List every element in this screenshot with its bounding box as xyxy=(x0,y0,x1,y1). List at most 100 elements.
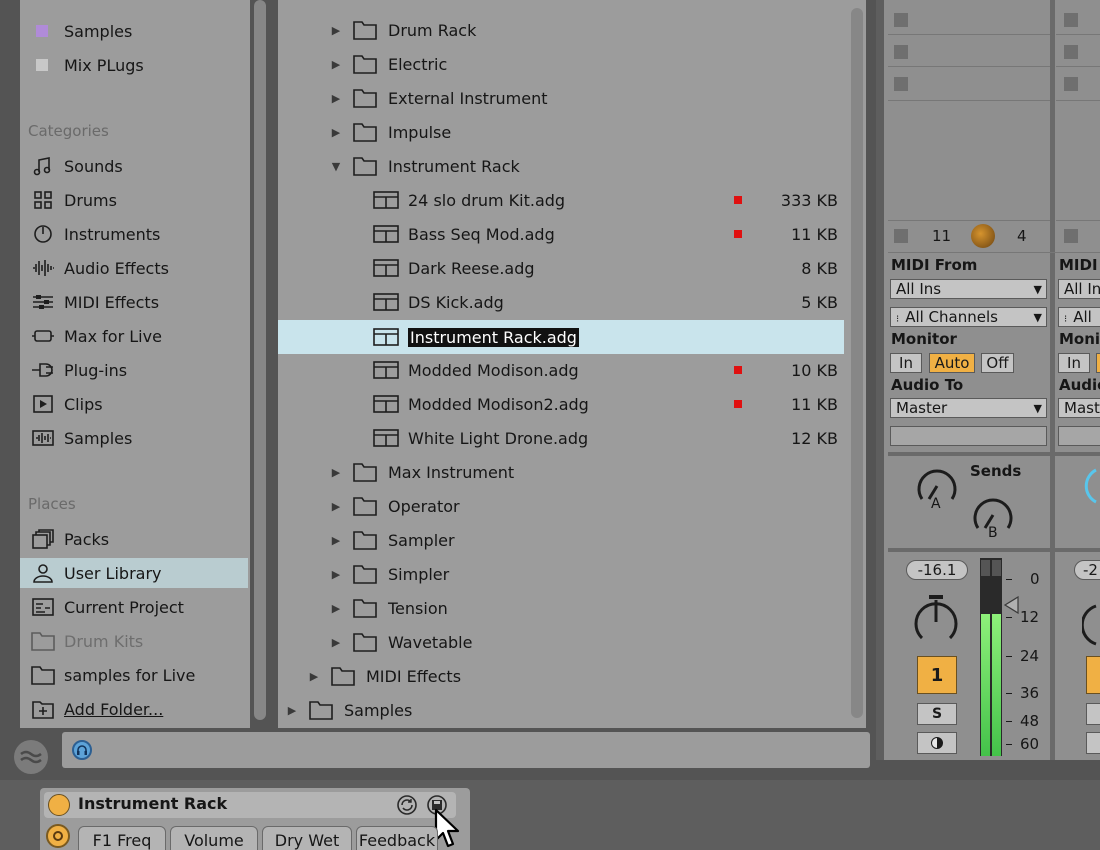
sidebar-item-audio-effects[interactable]: Audio Effects xyxy=(20,253,248,283)
monitor-auto-button-2[interactable] xyxy=(1096,353,1100,373)
browser-folder-electric[interactable]: ▶ Electric xyxy=(278,48,844,80)
solo-button[interactable]: S xyxy=(917,703,957,725)
stop-all-button[interactable] xyxy=(894,229,908,243)
expand-arrow-icon[interactable]: ▶ xyxy=(286,704,298,717)
expand-arrow-icon[interactable]: ▶ xyxy=(330,636,342,649)
clip-slot-stop-button[interactable] xyxy=(894,13,908,27)
track-delay-knob[interactable] xyxy=(971,224,995,248)
browser-file-row[interactable]: 24 slo drum Kit.adg 333 KB xyxy=(278,184,844,216)
track-volume-field-2[interactable]: -2 xyxy=(1074,560,1100,580)
browser-search-bar[interactable] xyxy=(62,732,870,768)
input-channel-dropdown-2[interactable]: ⁝ All xyxy=(1058,307,1100,327)
input-type-dropdown[interactable]: All Ins ▼ xyxy=(890,279,1047,299)
sidebar-item-add-folder-[interactable]: Add Folder... xyxy=(20,694,248,724)
input-type-dropdown-2[interactable]: All In xyxy=(1058,279,1100,299)
volume-fader-handle[interactable] xyxy=(1003,595,1019,618)
browser-file-row[interactable]: DS Kick.adg 5 KB xyxy=(278,286,844,318)
monitor-off-button[interactable]: Off xyxy=(981,353,1014,373)
macro-f1-freq[interactable]: F1 Freq xyxy=(78,826,166,850)
macro-dry-wet[interactable]: Dry Wet xyxy=(262,826,352,850)
track-volume-field[interactable]: -16.1 xyxy=(906,560,968,580)
expand-arrow-icon[interactable]: ▶ xyxy=(330,24,342,37)
expand-arrow-icon[interactable]: ▶ xyxy=(330,568,342,581)
rack-chain-toggle-icon[interactable] xyxy=(46,824,70,848)
collapse-arrow-icon[interactable]: ▼ xyxy=(330,160,342,173)
db-scale-label: 48 xyxy=(1020,712,1040,730)
browser-folder-wavetable[interactable]: ▶ Wavetable xyxy=(278,626,844,658)
arm-button-2[interactable] xyxy=(1086,732,1100,754)
stop-button[interactable] xyxy=(1064,229,1078,243)
browser-file-row[interactable]: Dark Reese.adg 8 KB xyxy=(278,252,844,284)
expand-arrow-icon[interactable]: ▶ xyxy=(330,602,342,615)
sidebar-item-instruments[interactable]: Instruments xyxy=(20,219,248,249)
macro-volume[interactable]: Volume xyxy=(170,826,258,850)
output-channel-field-2[interactable] xyxy=(1058,426,1100,446)
browser-folder-midi-effects[interactable]: ▶ MIDI Effects xyxy=(278,660,844,692)
solo-button-2[interactable] xyxy=(1086,703,1100,725)
browser-folder-operator[interactable]: ▶ Operator xyxy=(278,490,844,522)
monitor-in-button[interactable]: In xyxy=(890,353,922,373)
clip-slot-stop-button[interactable] xyxy=(1064,13,1078,27)
monitor-label: Monitor xyxy=(891,330,957,348)
sidebar-item-max-for-live[interactable]: Max for Live xyxy=(20,321,248,351)
device-power-button[interactable] xyxy=(48,794,70,816)
browser-folder-drum-rack[interactable]: ▶ Drum Rack xyxy=(278,14,844,46)
browser-folder-tension[interactable]: ▶ Tension xyxy=(278,592,844,624)
clip-slot-stop-button[interactable] xyxy=(894,77,908,91)
output-channel-field[interactable] xyxy=(890,426,1047,446)
browser-file-row[interactable]: Bass Seq Mod.adg 11 KB xyxy=(278,218,844,250)
arm-button[interactable] xyxy=(917,732,957,754)
send-a-knob-2[interactable] xyxy=(1080,462,1100,516)
browser-folder-instrument-rack[interactable]: ▼ Instrument Rack xyxy=(278,150,844,182)
sidebar-item-midi-effects[interactable]: MIDI Effects xyxy=(20,287,248,317)
audio-to-dropdown[interactable]: Master ▼ xyxy=(890,398,1047,418)
browser-folder-max-instrument[interactable]: ▶ Max Instrument xyxy=(278,456,844,488)
sidebar-item-drums[interactable]: Drums xyxy=(20,185,248,215)
browser-file-row[interactable]: Modded Modison2.adg 11 KB xyxy=(278,388,844,420)
monitor-auto-button[interactable]: Auto xyxy=(929,353,975,373)
expand-arrow-icon[interactable]: ▶ xyxy=(330,58,342,71)
expand-arrow-icon[interactable]: ▶ xyxy=(330,500,342,513)
sidebar-item-clips[interactable]: Clips xyxy=(20,389,248,419)
clip-slot-stop-button[interactable] xyxy=(894,45,908,59)
sidebar-item-current-project[interactable]: Current Project xyxy=(20,592,248,622)
sidebar-scrollbar[interactable] xyxy=(254,0,266,720)
browser-folder-samples[interactable]: ▶ Samples xyxy=(278,694,844,726)
sidebar-item-packs[interactable]: Packs xyxy=(20,524,248,554)
expand-arrow-icon[interactable]: ▶ xyxy=(330,534,342,547)
browser-folder-simpler[interactable]: ▶ Simpler xyxy=(278,558,844,590)
expand-arrow-icon[interactable]: ▶ xyxy=(330,92,342,105)
pan-knob-2[interactable] xyxy=(1080,598,1100,654)
sidebar-item-user-library[interactable]: User Library xyxy=(20,558,248,588)
audio-to-dropdown-2[interactable]: Mast xyxy=(1058,398,1100,418)
sidebar-item-drum-kits[interactable]: Drum Kits xyxy=(20,626,248,656)
browser-file-row[interactable]: Modded Modison.adg 10 KB xyxy=(278,354,844,386)
pan-knob[interactable] xyxy=(910,592,962,652)
macro-randomize-icon[interactable] xyxy=(396,794,418,816)
track-activator-button[interactable]: 1 xyxy=(917,656,957,694)
browser-file-row[interactable]: White Light Drone.adg 12 KB xyxy=(278,422,844,454)
monitor-in-button-2[interactable]: In xyxy=(1058,353,1090,373)
browser-folder-external-instrument[interactable]: ▶ External Instrument xyxy=(278,82,844,114)
sidebar-item-mix-plugs[interactable]: Mix PLugs xyxy=(20,50,248,80)
sidebar-item-samples[interactable]: Samples xyxy=(20,423,248,453)
browser-scrollbar[interactable] xyxy=(851,8,863,718)
clip-slot-stop-button[interactable] xyxy=(1064,77,1078,91)
sidebar-item-plug-ins[interactable]: Plug-ins xyxy=(20,355,248,385)
sidebar-item-sounds[interactable]: Sounds xyxy=(20,151,248,181)
track-activator-button-2[interactable] xyxy=(1086,656,1100,694)
headphones-preview-icon[interactable] xyxy=(72,740,92,760)
browser-folder-impulse[interactable]: ▶ Impulse xyxy=(278,116,844,148)
input-channel-dropdown[interactable]: ⁝ All Channels ▼ xyxy=(890,307,1047,327)
sidebar-item-samples[interactable]: Samples xyxy=(20,16,248,46)
sidebar-item-samples-for-live[interactable]: samples for Live xyxy=(20,660,248,690)
browser-file-row[interactable]: Instrument Rack.adg xyxy=(278,320,844,354)
live-logo-icon[interactable] xyxy=(14,740,48,774)
expand-arrow-icon[interactable]: ▶ xyxy=(308,670,320,683)
expand-arrow-icon[interactable]: ▶ xyxy=(330,126,342,139)
expand-arrow-icon[interactable]: ▶ xyxy=(330,466,342,479)
browser-folder-sampler[interactable]: ▶ Sampler xyxy=(278,524,844,556)
macro-feedback[interactable]: Feedback xyxy=(356,826,438,850)
clip-slot-stop-button[interactable] xyxy=(1064,45,1078,59)
sidebar-item-label: Instruments xyxy=(64,224,161,244)
